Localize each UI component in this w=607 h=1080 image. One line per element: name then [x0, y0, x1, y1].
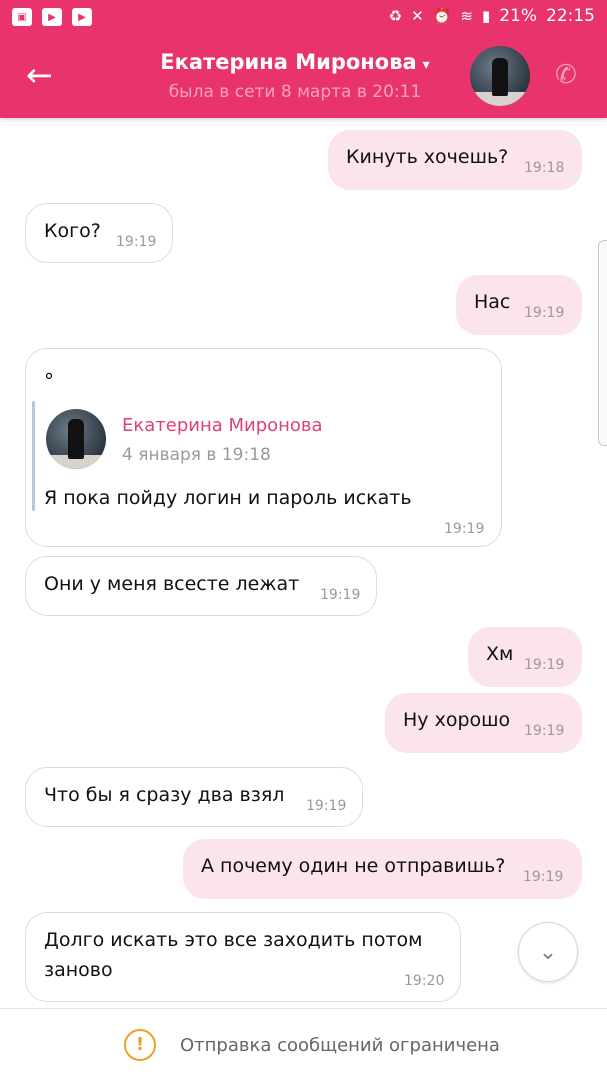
- message-text: Что бы я сразу два взял: [44, 784, 285, 806]
- contact-name-button[interactable]: Екатерина Миронова ▾: [120, 50, 470, 74]
- message-bubble[interactable]: Ну хорошо 19:19: [385, 693, 582, 753]
- scroll-to-bottom-button[interactable]: ⌄: [518, 922, 578, 982]
- chevron-down-icon: ⌄: [538, 939, 558, 965]
- message-text: Нас: [474, 291, 511, 313]
- message-time: 19:19: [116, 234, 157, 250]
- composer-disabled-notice: ! Отправка сообщений ограничена: [0, 1008, 607, 1080]
- message-text: Долго искать это все заходить потом: [44, 929, 423, 951]
- message-time: 19:18: [524, 160, 565, 176]
- chevron-down-icon: ▾: [422, 57, 430, 73]
- message-bubble[interactable]: Кинуть хочешь? 19:18: [328, 130, 582, 190]
- message-bubble[interactable]: Нас 19:19: [456, 275, 582, 335]
- forwarded-date: 4 января в 19:18: [122, 445, 271, 465]
- message-bubble[interactable]: Что бы я сразу два взял 19:19: [25, 767, 363, 827]
- message-text: Кого?: [44, 220, 101, 242]
- avatar: [46, 409, 106, 469]
- message-text: Хм: [486, 643, 514, 665]
- message-bubble[interactable]: Они у меня всесте лежат 19:19: [25, 556, 377, 616]
- clock: 22:15: [546, 6, 595, 26]
- mute-icon: ✕: [411, 7, 424, 25]
- forwarded-author[interactable]: Екатерина Миронова: [122, 415, 323, 436]
- gallery-icon: ▣: [12, 8, 32, 26]
- phone-icon[interactable]: ✆: [555, 60, 577, 90]
- message-text: А почему один не отправишь?: [201, 855, 506, 877]
- arrow-left-icon[interactable]: ←: [26, 58, 60, 92]
- message-bubble[interactable]: Хм 19:19: [468, 627, 582, 687]
- message-bubble[interactable]: Долго искать это все заходить потом зано…: [25, 912, 461, 1002]
- message-text: Ну хорошо: [403, 709, 511, 731]
- message-time: 19:19: [523, 869, 564, 885]
- battery-level: 21%: [499, 6, 537, 26]
- message-text: °: [44, 369, 54, 393]
- message-time: 19:19: [444, 521, 485, 537]
- forwarded-message-bubble[interactable]: ° Екатерина Миронова 4 января в 19:18 Я …: [25, 348, 502, 547]
- message-time: 19:19: [306, 798, 347, 814]
- signal-icon: ▮: [481, 7, 491, 25]
- message-text-line2: заново: [44, 959, 113, 981]
- contact-name: Екатерина Миронова: [160, 50, 417, 74]
- forwarded-text: Я пока пойду логин и пароль искать: [44, 487, 412, 509]
- message-text: Они у меня всесте лежат: [44, 573, 300, 595]
- message-text: Кинуть хочешь?: [346, 146, 509, 168]
- scrollbar-handle[interactable]: [598, 240, 607, 446]
- last-seen: была в сети 8 марта в 20:11: [168, 82, 422, 102]
- message-time: 19:19: [524, 305, 565, 321]
- alarm-icon: ⏰: [432, 7, 452, 25]
- avatar[interactable]: [470, 46, 530, 106]
- notice-text: Отправка сообщений ограничена: [180, 1035, 500, 1056]
- youtube-icon: ▶: [42, 8, 62, 26]
- message-time: 19:19: [524, 723, 565, 739]
- message-time: 19:20: [404, 973, 445, 989]
- message-bubble[interactable]: Кого? 19:19: [25, 203, 173, 263]
- quote-bar: [32, 401, 35, 511]
- wifi-icon: ≋: [460, 7, 473, 25]
- message-bubble[interactable]: А почему один не отправишь? 19:19: [183, 839, 582, 899]
- battery-saver-icon: ♻: [388, 7, 403, 25]
- status-bar: ▣ ▶ ▶ ♻ ✕ ⏰ ≋ ▮ 21% 22:15: [0, 0, 607, 36]
- message-time: 19:19: [320, 587, 361, 603]
- chat-header: ← Екатерина Миронова ▾ была в сети 8 март…: [0, 36, 607, 118]
- youtube-icon: ▶: [72, 8, 92, 26]
- warning-icon: !: [124, 1029, 156, 1061]
- message-time: 19:19: [524, 657, 565, 673]
